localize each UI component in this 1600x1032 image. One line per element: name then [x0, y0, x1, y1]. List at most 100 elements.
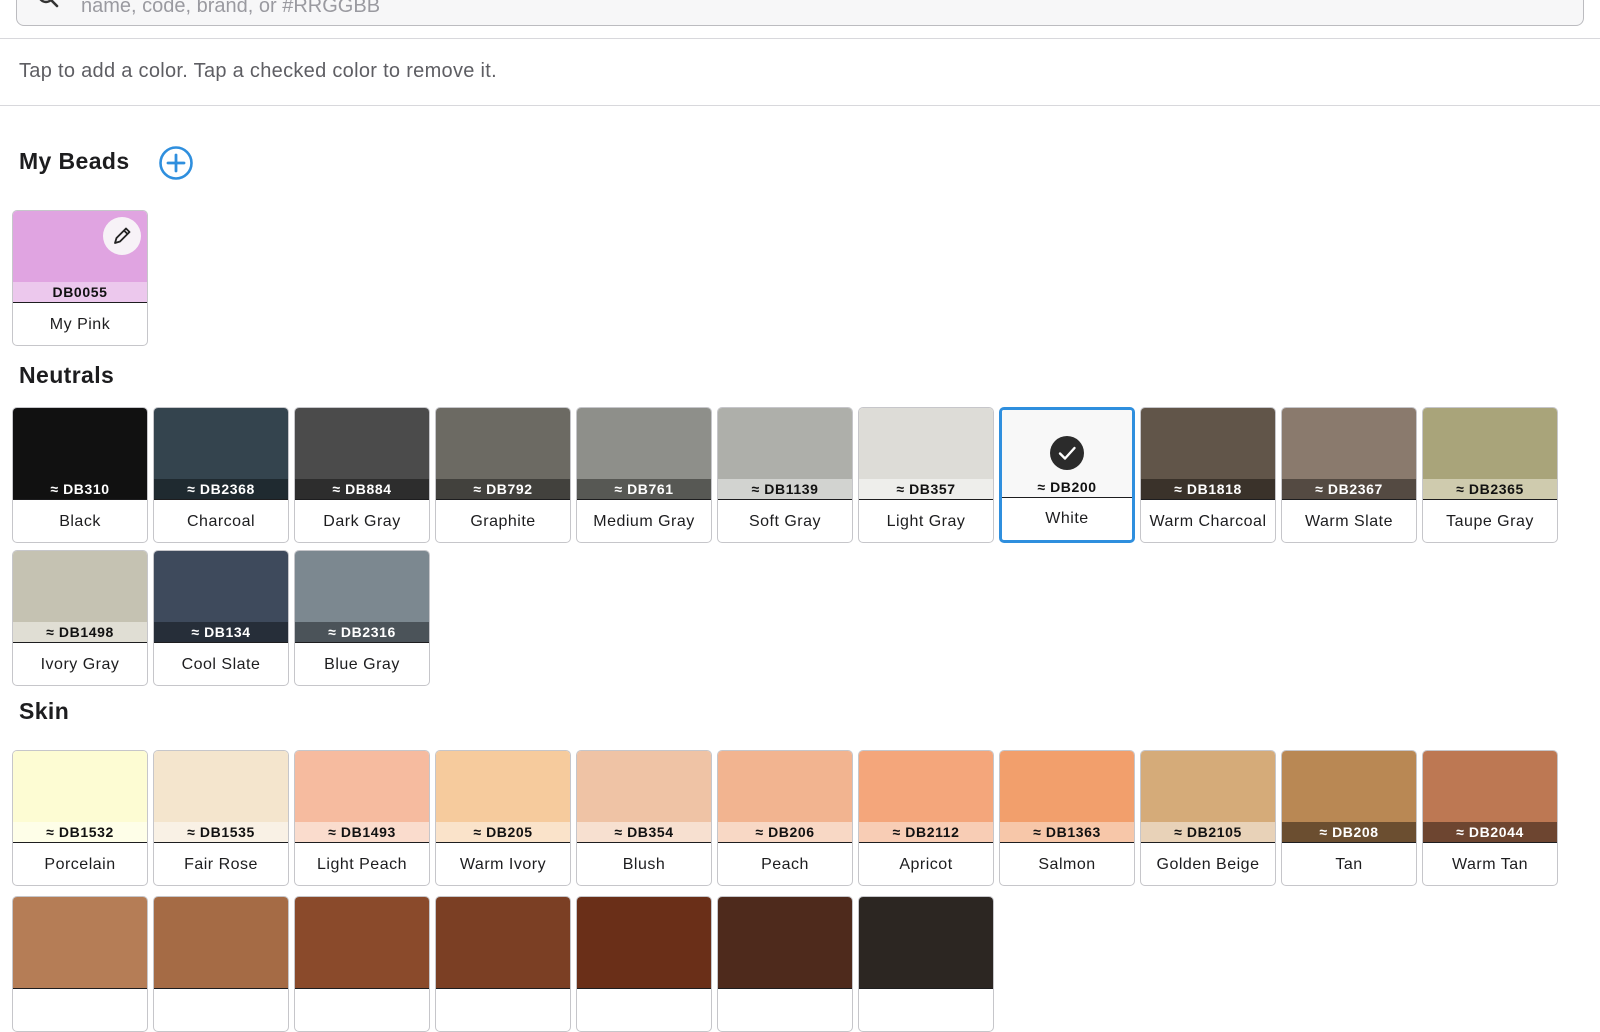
- color-swatch: ≈ DB2316: [295, 551, 429, 643]
- bead-card-golden-beige[interactable]: ≈ DB2105 Golden Beige: [1140, 750, 1276, 886]
- bead-code: ≈ DB884: [295, 479, 429, 499]
- bead-card-peach[interactable]: ≈ DB206 Peach: [717, 750, 853, 886]
- bead-card-partial[interactable]: [294, 896, 430, 1032]
- bead-card-partial[interactable]: [153, 896, 289, 1032]
- bead-card-my-pink[interactable]: DB0055 My Pink: [12, 210, 148, 346]
- bead-name: Cool Slate: [181, 656, 261, 673]
- bead-card-warm-tan[interactable]: ≈ DB2044 Warm Tan: [1422, 750, 1558, 886]
- bead-name: Salmon: [1038, 856, 1096, 873]
- bead-name: Apricot: [899, 856, 953, 873]
- bead-card-ivory-gray[interactable]: ≈ DB1498 Ivory Gray: [12, 550, 148, 686]
- color-swatch: ≈ DB1498: [13, 551, 147, 643]
- bead-card-charcoal[interactable]: ≈ DB2368 Charcoal: [153, 407, 289, 543]
- search-bar: [0, 0, 1600, 39]
- check-icon: [1050, 436, 1084, 470]
- bead-card-medium-gray[interactable]: ≈ DB761 Medium Gray: [576, 407, 712, 543]
- bead-code: ≈ DB1532: [13, 822, 147, 842]
- color-swatch: ≈ DB1363: [1000, 751, 1134, 843]
- bead-name: Medium Gray: [593, 513, 695, 530]
- bead-card-partial[interactable]: [858, 896, 994, 1032]
- bead-card-apricot[interactable]: ≈ DB2112 Apricot: [858, 750, 994, 886]
- bead-code: ≈ DB1139: [718, 479, 852, 499]
- bead-code: ≈ DB2044: [1423, 822, 1557, 842]
- color-swatch: ≈ DB2365: [1423, 408, 1557, 500]
- bead-name: White: [1045, 510, 1089, 527]
- bead-name: Tan: [1335, 856, 1363, 873]
- bead-code: ≈ DB792: [436, 479, 570, 499]
- bead-code: ≈ DB2365: [1423, 479, 1557, 499]
- search-input[interactable]: [81, 0, 1481, 18]
- color-swatch: ≈ DB2367: [1282, 408, 1416, 500]
- bead-code: ≈ DB2105: [1141, 822, 1275, 842]
- color-swatch: ≈ DB357: [859, 408, 993, 500]
- color-swatch: [295, 897, 429, 989]
- bead-card-salmon[interactable]: ≈ DB1363 Salmon: [999, 750, 1135, 886]
- bead-card-graphite[interactable]: ≈ DB792 Graphite: [435, 407, 571, 543]
- bead-card-black[interactable]: ≈ DB310 Black: [12, 407, 148, 543]
- color-swatch: ≈ DB1535: [154, 751, 288, 843]
- color-swatch: [859, 897, 993, 989]
- bead-name: Warm Slate: [1305, 513, 1393, 530]
- section-title-neutrals: Neutrals: [19, 362, 115, 388]
- color-swatch: ≈ DB1493: [295, 751, 429, 843]
- bead-card-tan[interactable]: ≈ DB208 Tan: [1281, 750, 1417, 886]
- color-swatch: [13, 897, 147, 989]
- bead-card-partial[interactable]: [435, 896, 571, 1032]
- bead-code: ≈ DB354: [577, 822, 711, 842]
- color-swatch: ≈ DB792: [436, 408, 570, 500]
- color-swatch: ≈ DB884: [295, 408, 429, 500]
- color-swatch: ≈ DB2044: [1423, 751, 1557, 843]
- bead-code: ≈ DB357: [859, 479, 993, 499]
- color-swatch: [154, 897, 288, 989]
- bead-name: Black: [59, 513, 101, 530]
- color-swatch: ≈ DB761: [577, 408, 711, 500]
- color-swatch: ≈ DB354: [577, 751, 711, 843]
- bead-card-cool-slate[interactable]: ≈ DB134 Cool Slate: [153, 550, 289, 686]
- color-swatch: ≈ DB206: [718, 751, 852, 843]
- bead-code: ≈ DB2367: [1282, 479, 1416, 499]
- bead-name: Blush: [622, 856, 666, 873]
- pencil-icon[interactable]: [102, 216, 142, 256]
- search-box[interactable]: [16, 0, 1584, 26]
- bead-card-fair-rose[interactable]: ≈ DB1535 Fair Rose: [153, 750, 289, 886]
- bead-card-warm-charcoal[interactable]: ≈ DB1818 Warm Charcoal: [1140, 407, 1276, 543]
- bead-card-blush[interactable]: ≈ DB354 Blush: [576, 750, 712, 886]
- bead-code: ≈ DB208: [1282, 822, 1416, 842]
- bead-code: ≈ DB1363: [1000, 822, 1134, 842]
- bead-code: ≈ DB2368: [154, 479, 288, 499]
- bead-card-light-gray[interactable]: ≈ DB357 Light Gray: [858, 407, 994, 543]
- bead-name: Dark Gray: [323, 513, 401, 530]
- bead-name: Ivory Gray: [40, 656, 120, 673]
- bead-code: ≈ DB2316: [295, 622, 429, 642]
- bead-name: Light Gray: [886, 513, 966, 530]
- color-swatch: DB0055: [13, 211, 147, 303]
- color-swatch: ≈ DB1818: [1141, 408, 1275, 500]
- bead-card-soft-gray[interactable]: ≈ DB1139 Soft Gray: [717, 407, 853, 543]
- section-title-skin: Skin: [19, 698, 70, 724]
- bead-card-partial[interactable]: [576, 896, 712, 1032]
- bead-card-porcelain[interactable]: ≈ DB1532 Porcelain: [12, 750, 148, 886]
- bead-code: ≈ DB205: [436, 822, 570, 842]
- bead-code: ≈ DB1493: [295, 822, 429, 842]
- plus-circle-icon[interactable]: [159, 146, 193, 180]
- bead-card-warm-ivory[interactable]: ≈ DB205 Warm Ivory: [435, 750, 571, 886]
- bead-card-warm-slate[interactable]: ≈ DB2367 Warm Slate: [1281, 407, 1417, 543]
- color-swatch: ≈ DB134: [154, 551, 288, 643]
- color-swatch: ≈ DB200: [1002, 410, 1132, 498]
- color-swatch: ≈ DB208: [1282, 751, 1416, 843]
- color-swatch: [718, 897, 852, 989]
- bead-card-dark-gray[interactable]: ≈ DB884 Dark Gray: [294, 407, 430, 543]
- bead-name: Peach: [761, 856, 809, 873]
- bead-name: Golden Beige: [1156, 856, 1260, 873]
- bead-card-light-peach[interactable]: ≈ DB1493 Light Peach: [294, 750, 430, 886]
- bead-card-blue-gray[interactable]: ≈ DB2316 Blue Gray: [294, 550, 430, 686]
- color-swatch: ≈ DB2112: [859, 751, 993, 843]
- bead-card-partial[interactable]: [12, 896, 148, 1032]
- bead-name: Fair Rose: [184, 856, 258, 873]
- bead-card-white[interactable]: ≈ DB200 White: [999, 407, 1135, 543]
- instruction-text: Tap to add a color. Tap a checked color …: [19, 60, 498, 82]
- color-swatch: ≈ DB1139: [718, 408, 852, 500]
- my-beads-title: My Beads: [19, 148, 130, 174]
- bead-card-taupe-gray[interactable]: ≈ DB2365 Taupe Gray: [1422, 407, 1558, 543]
- bead-card-partial[interactable]: [717, 896, 853, 1032]
